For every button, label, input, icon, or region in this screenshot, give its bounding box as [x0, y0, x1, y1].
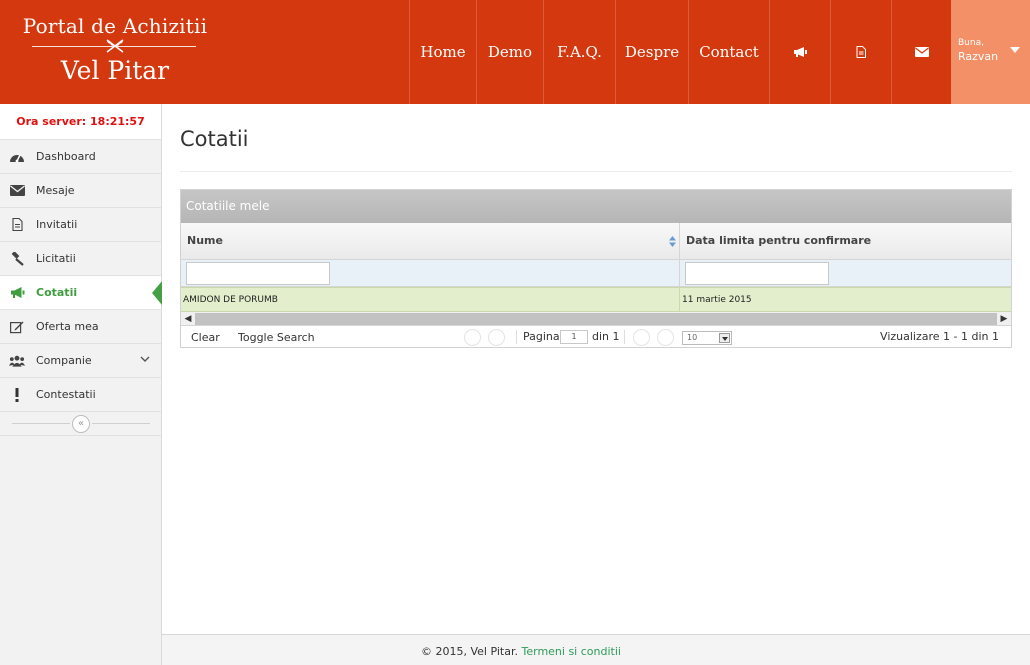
nav-documents[interactable]: [830, 0, 891, 104]
divider: [12, 423, 70, 424]
sidebar-item-label: Contestatii: [36, 388, 96, 401]
active-indicator: [152, 281, 162, 305]
clear-button[interactable]: Clear: [191, 331, 220, 344]
table-row[interactable]: AMIDON DE PORUMB 11 martie 2015: [181, 287, 1011, 312]
sidebar-item-contestatii[interactable]: Contestatii: [0, 378, 161, 412]
page-title: Cotatii: [180, 127, 249, 151]
records-info: Vizualizare 1 - 1 din 1: [880, 330, 999, 343]
user-menu[interactable]: Buna, Razvan: [951, 0, 1030, 104]
page-number-input[interactable]: 1: [560, 330, 588, 344]
footer-text: © 2015, Vel Pitar. Termeni si conditii: [421, 645, 621, 658]
cell-data-limita: 11 martie 2015: [682, 295, 752, 305]
wheat-icon: [106, 39, 124, 53]
logo-line2: Vel Pitar: [60, 56, 170, 85]
sidebar-item-invitatii[interactable]: Invitatii: [0, 208, 161, 242]
grid-pager: Clear Toggle Search Pagina 1 din 1 10 Vi…: [181, 326, 1011, 346]
filter-cell: [680, 260, 1011, 286]
filter-nume-input[interactable]: [186, 262, 330, 285]
cell-nume: AMIDON DE PORUMB: [183, 295, 278, 305]
grid-caption: Cotatiile mele: [181, 190, 1011, 223]
document-icon: [856, 46, 866, 58]
sidebar-item-mesaje[interactable]: Mesaje: [0, 174, 161, 208]
copyright: © 2015, Vel Pitar.: [421, 645, 518, 658]
sidebar-item-dashboard[interactable]: Dashboard: [0, 140, 161, 174]
collapse-sidebar-button[interactable]: «: [72, 415, 90, 433]
table-cell: 11 martie 2015: [680, 288, 1011, 311]
scrollbar-thumb[interactable]: [195, 313, 997, 325]
users-icon: [9, 353, 25, 369]
sidebar-item-label: Oferta mea: [36, 320, 99, 333]
megaphone-icon: [9, 285, 25, 301]
document-icon: [9, 217, 25, 233]
envelope-icon: [9, 183, 25, 199]
dashboard-icon: [9, 149, 25, 165]
column-header-data-limita[interactable]: Data limita pentru confirmare: [680, 223, 1011, 259]
column-header-nume[interactable]: Nume: [181, 223, 680, 259]
rows-per-page-select[interactable]: 10: [682, 331, 732, 345]
page-total-label: din 1: [592, 330, 620, 343]
quotations-grid: Cotatiile mele Nume Data limita pentru c…: [180, 189, 1012, 348]
logo[interactable]: Portal de Achizitii Vel Pitar: [0, 0, 230, 104]
scroll-left-icon[interactable]: ◀: [181, 312, 195, 326]
user-greeting: Buna,: [958, 38, 984, 48]
next-page-button[interactable]: [633, 329, 650, 346]
table-cell: AMIDON DE PORUMB: [181, 288, 680, 311]
nav-faq[interactable]: F.A.Q.: [543, 0, 615, 104]
logo-line1: Portal de Achizitii: [22, 14, 208, 38]
last-page-button[interactable]: [657, 329, 674, 346]
user-name: Razvan: [958, 50, 999, 63]
column-header-label: Data limita pentru confirmare: [686, 234, 872, 247]
caret-down-icon: [1010, 47, 1020, 53]
filter-cell: [181, 260, 680, 286]
sidebar-item-oferta-mea[interactable]: Oferta mea: [0, 310, 161, 344]
megaphone-icon: [794, 47, 807, 57]
nav-announcements[interactable]: [769, 0, 830, 104]
server-time: Ora server: 18:21:57: [0, 104, 161, 140]
title-divider: [180, 171, 1012, 172]
toggle-search-button[interactable]: Toggle Search: [238, 331, 315, 344]
main-nav: Home Demo F.A.Q. Despre Contact: [409, 0, 952, 104]
chevron-down-icon: [719, 333, 730, 343]
scroll-right-icon[interactable]: ▶: [997, 312, 1011, 326]
sidebar-item-label: Mesaje: [36, 184, 75, 197]
envelope-icon: [915, 47, 929, 57]
sidebar-item-label: Licitatii: [36, 252, 76, 265]
sidebar: Ora server: 18:21:57 Dashboard Mesaje In…: [0, 104, 162, 665]
nav-despre[interactable]: Despre: [615, 0, 688, 104]
nav-contact[interactable]: Contact: [688, 0, 769, 104]
exclamation-icon: [9, 387, 25, 403]
sidebar-item-label: Dashboard: [36, 150, 96, 163]
sidebar-item-cotatii[interactable]: Cotatii: [0, 276, 162, 310]
divider: [92, 423, 150, 424]
pager-divider: [516, 330, 517, 344]
sidebar-item-licitatii[interactable]: Licitatii: [0, 242, 161, 276]
nav-messages[interactable]: [891, 0, 952, 104]
first-page-button[interactable]: [464, 329, 481, 346]
column-header-label: Nume: [187, 234, 223, 247]
nav-home[interactable]: Home: [409, 0, 476, 104]
sidebar-item-label: Invitatii: [36, 218, 78, 231]
sidebar-item-label: Companie: [36, 354, 92, 367]
prev-page-button[interactable]: [488, 329, 505, 346]
page-label: Pagina: [523, 330, 560, 343]
chevron-down-icon: [140, 356, 150, 362]
filter-data-input[interactable]: [685, 262, 829, 285]
rows-per-page-value: 10: [687, 333, 698, 342]
nav-demo[interactable]: Demo: [476, 0, 543, 104]
footer: © 2015, Vel Pitar. Termeni si conditii: [162, 634, 1030, 665]
sidebar-item-companie[interactable]: Companie: [0, 344, 161, 378]
gavel-icon: [9, 251, 25, 267]
edit-icon: [9, 319, 25, 335]
grid-header: Nume Data limita pentru confirmare: [181, 223, 1011, 260]
pager-divider: [624, 330, 625, 344]
grid-filter-row: [181, 260, 1011, 287]
sidebar-collapse: «: [0, 412, 161, 436]
terms-link[interactable]: Termeni si conditii: [522, 645, 621, 658]
header: Portal de Achizitii Vel Pitar Home Demo …: [0, 0, 1030, 104]
sidebar-item-label: Cotatii: [36, 286, 78, 299]
sort-icon[interactable]: [669, 236, 676, 247]
horizontal-scrollbar[interactable]: ◀ ▶: [181, 312, 1011, 326]
